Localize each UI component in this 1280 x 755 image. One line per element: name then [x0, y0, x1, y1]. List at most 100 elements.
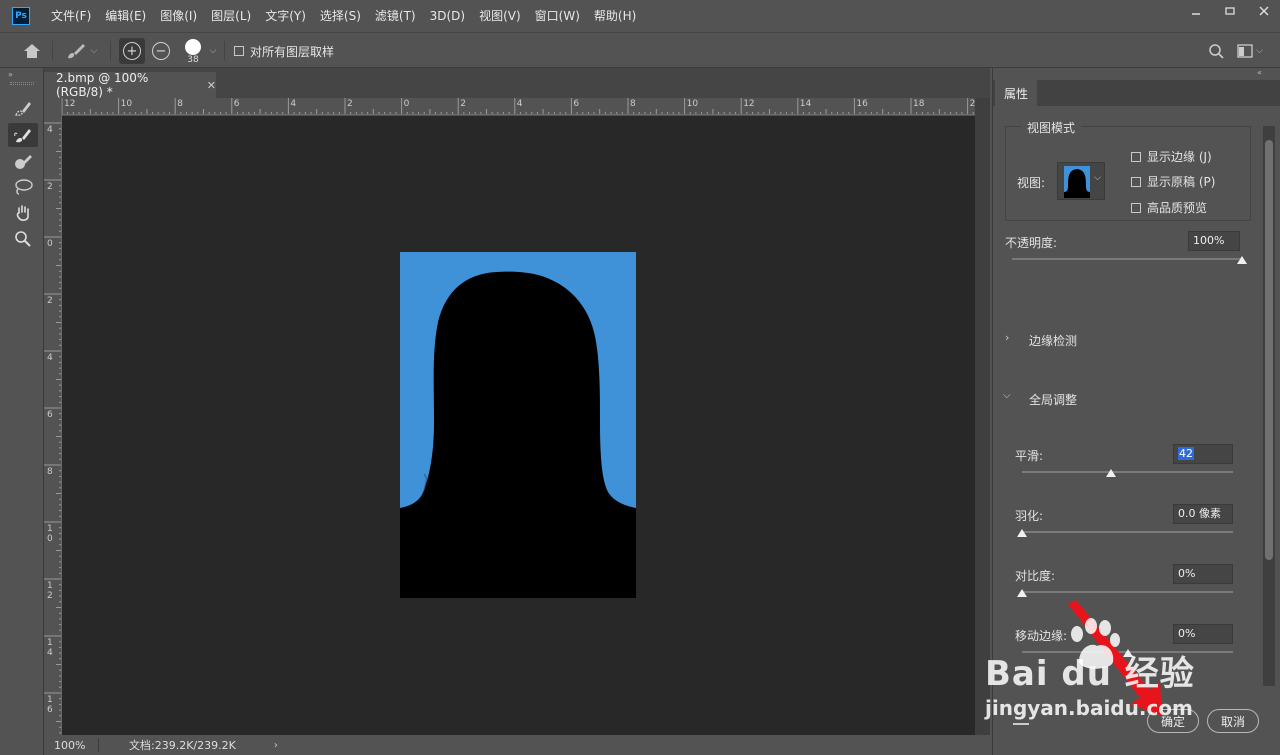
- status-bar: 100% 文档:239.2K/239.2K ›: [44, 735, 990, 755]
- hq-preview-option[interactable]: 高品质预览: [1131, 199, 1207, 216]
- opacity-input[interactable]: 100%: [1188, 231, 1240, 251]
- window-controls: [1178, 0, 1280, 24]
- close-tab-icon[interactable]: ✕: [207, 79, 216, 92]
- toolbar-grip[interactable]: [10, 82, 34, 85]
- opacity-slider-track[interactable]: [1012, 258, 1242, 260]
- smooth-slider-thumb[interactable]: [1105, 469, 1116, 477]
- quick-selection-tool[interactable]: [8, 96, 38, 120]
- hq-preview-checkbox[interactable]: [1131, 202, 1141, 213]
- quick-selection-icon: [15, 102, 31, 116]
- shift-edge-input[interactable]: 0%: [1173, 624, 1233, 644]
- ruler-label: 2: [347, 99, 353, 109]
- contrast-slider-thumb[interactable]: [1017, 589, 1027, 597]
- minimize-button[interactable]: [1180, 0, 1212, 22]
- chevron-down-icon: ⌵: [90, 46, 98, 56]
- brush-size-dropdown[interactable]: ⌵: [206, 33, 220, 69]
- canvas-area[interactable]: [62, 116, 975, 735]
- menu-window[interactable]: 窗口(W): [528, 0, 587, 32]
- ruler-label: 12: [743, 99, 755, 109]
- tool-preset-picker[interactable]: ⌵: [58, 33, 104, 69]
- annotation-arrow: [1068, 600, 1162, 716]
- close-window-button[interactable]: [1248, 0, 1280, 22]
- cancel-button[interactable]: 取消: [1207, 709, 1259, 733]
- feather-slider-track[interactable]: [1022, 531, 1233, 533]
- maximize-button[interactable]: [1214, 0, 1246, 22]
- hq-preview-label: 高品质预览: [1147, 201, 1208, 215]
- brush-size-picker[interactable]: 38: [178, 33, 208, 69]
- view-mode-title: 视图模式: [1021, 119, 1082, 136]
- menu-view[interactable]: 视图(V): [472, 0, 528, 32]
- edge-detection-section[interactable]: 边缘检测: [1029, 332, 1077, 349]
- menu-file[interactable]: 文件(F): [44, 0, 98, 32]
- ruler-label: 16: [856, 99, 868, 109]
- close-icon: [1259, 6, 1269, 16]
- home-button[interactable]: [18, 33, 46, 69]
- sample-all-layers-option[interactable]: 对所有图层取样: [234, 33, 344, 69]
- refine-edge-brush-tool[interactable]: [8, 123, 38, 147]
- sample-all-layers-label: 对所有图层取样: [250, 44, 335, 59]
- menu-select[interactable]: 选择(S): [313, 0, 368, 32]
- view-thumbnail-picker[interactable]: ⌵: [1057, 162, 1105, 200]
- refine-edge-brush-icon: [14, 129, 31, 143]
- status-divider: [98, 738, 99, 752]
- menu-edit[interactable]: 编辑(E): [98, 0, 153, 32]
- smooth-slider-track[interactable]: [1022, 471, 1233, 473]
- minimize-icon: [1192, 13, 1200, 15]
- edge-detection-chevron-icon[interactable]: ›: [1005, 331, 1009, 344]
- separator: [110, 41, 111, 61]
- horizontal-ruler: 12108642024681012141618202: [62, 98, 975, 115]
- document-vertical-scrollbar[interactable]: [975, 98, 990, 735]
- menu-layer[interactable]: 图层(L): [204, 0, 258, 32]
- opacity-slider-thumb[interactable]: [1237, 256, 1247, 264]
- workspace-switcher[interactable]: ⌵: [1234, 33, 1266, 69]
- ruler-label: 4: [47, 648, 53, 658]
- global-refine-section[interactable]: 全局调整: [1029, 391, 1077, 408]
- chevron-down-icon: ⌵: [1256, 46, 1263, 56]
- workspace-icon: [1237, 44, 1253, 58]
- panel-scrollbar-thumb[interactable]: [1265, 140, 1273, 560]
- zoom-tool[interactable]: [8, 227, 38, 251]
- output-settings-icon[interactable]: [1013, 713, 1029, 725]
- ruler-label: 1: [47, 581, 53, 591]
- ruler-label: 8: [630, 99, 636, 109]
- feather-slider-thumb[interactable]: [1017, 529, 1027, 537]
- chevron-down-icon: ⌵: [1094, 173, 1101, 183]
- opacity-label: 不透明度:: [1005, 236, 1058, 250]
- contrast-input[interactable]: 0%: [1173, 564, 1233, 584]
- feather-input[interactable]: 0.0 像素: [1173, 504, 1233, 524]
- sample-all-layers-checkbox[interactable]: [234, 46, 244, 56]
- zoom-level[interactable]: 100%: [54, 739, 94, 752]
- menu-filter[interactable]: 滤镜(T): [368, 0, 423, 32]
- show-original-checkbox[interactable]: [1131, 176, 1141, 187]
- global-refine-chevron-icon[interactable]: ⌵: [1003, 390, 1011, 401]
- hand-tool[interactable]: [8, 201, 38, 225]
- menu-3d[interactable]: 3D(D): [423, 0, 472, 32]
- brush-size-value: 38: [187, 54, 199, 65]
- collapse-panel-icon[interactable]: «: [1257, 68, 1262, 77]
- menu-help[interactable]: 帮助(H): [587, 0, 643, 32]
- show-edge-option[interactable]: 显示边缘 (J): [1131, 148, 1212, 165]
- document-tab[interactable]: 2.bmp @ 100%(RGB/8) * ✕: [44, 71, 216, 99]
- separator: [224, 41, 225, 61]
- add-to-selection-button[interactable]: +: [118, 33, 146, 69]
- hand-icon: [16, 205, 29, 221]
- show-edge-checkbox[interactable]: [1131, 151, 1141, 162]
- lasso-tool[interactable]: [8, 175, 38, 199]
- contrast-slider-track[interactable]: [1022, 591, 1233, 593]
- status-expand-icon[interactable]: ›: [274, 740, 278, 751]
- collapse-toolbar-icon[interactable]: »: [8, 70, 13, 79]
- subtract-from-selection-button[interactable]: −: [148, 33, 174, 69]
- document-image[interactable]: [400, 252, 636, 598]
- menu-type[interactable]: 文字(Y): [258, 0, 313, 32]
- smooth-input[interactable]: 42: [1173, 444, 1233, 464]
- ruler-label: 2: [47, 182, 53, 192]
- brush-tool[interactable]: [8, 149, 38, 173]
- show-original-option[interactable]: 显示原稿 (P): [1131, 173, 1215, 190]
- panel-scrollbar[interactable]: [1263, 126, 1275, 686]
- menu-image[interactable]: 图像(I): [153, 0, 204, 32]
- ruler-label: 4: [290, 99, 297, 109]
- view-thumbnail-icon: [1064, 166, 1090, 198]
- options-bar: ⌵ + − 38 ⌵ 对所有图层取样 ⌵: [0, 32, 1280, 68]
- tab-properties[interactable]: 属性: [995, 80, 1037, 106]
- search-button[interactable]: [1204, 33, 1228, 69]
